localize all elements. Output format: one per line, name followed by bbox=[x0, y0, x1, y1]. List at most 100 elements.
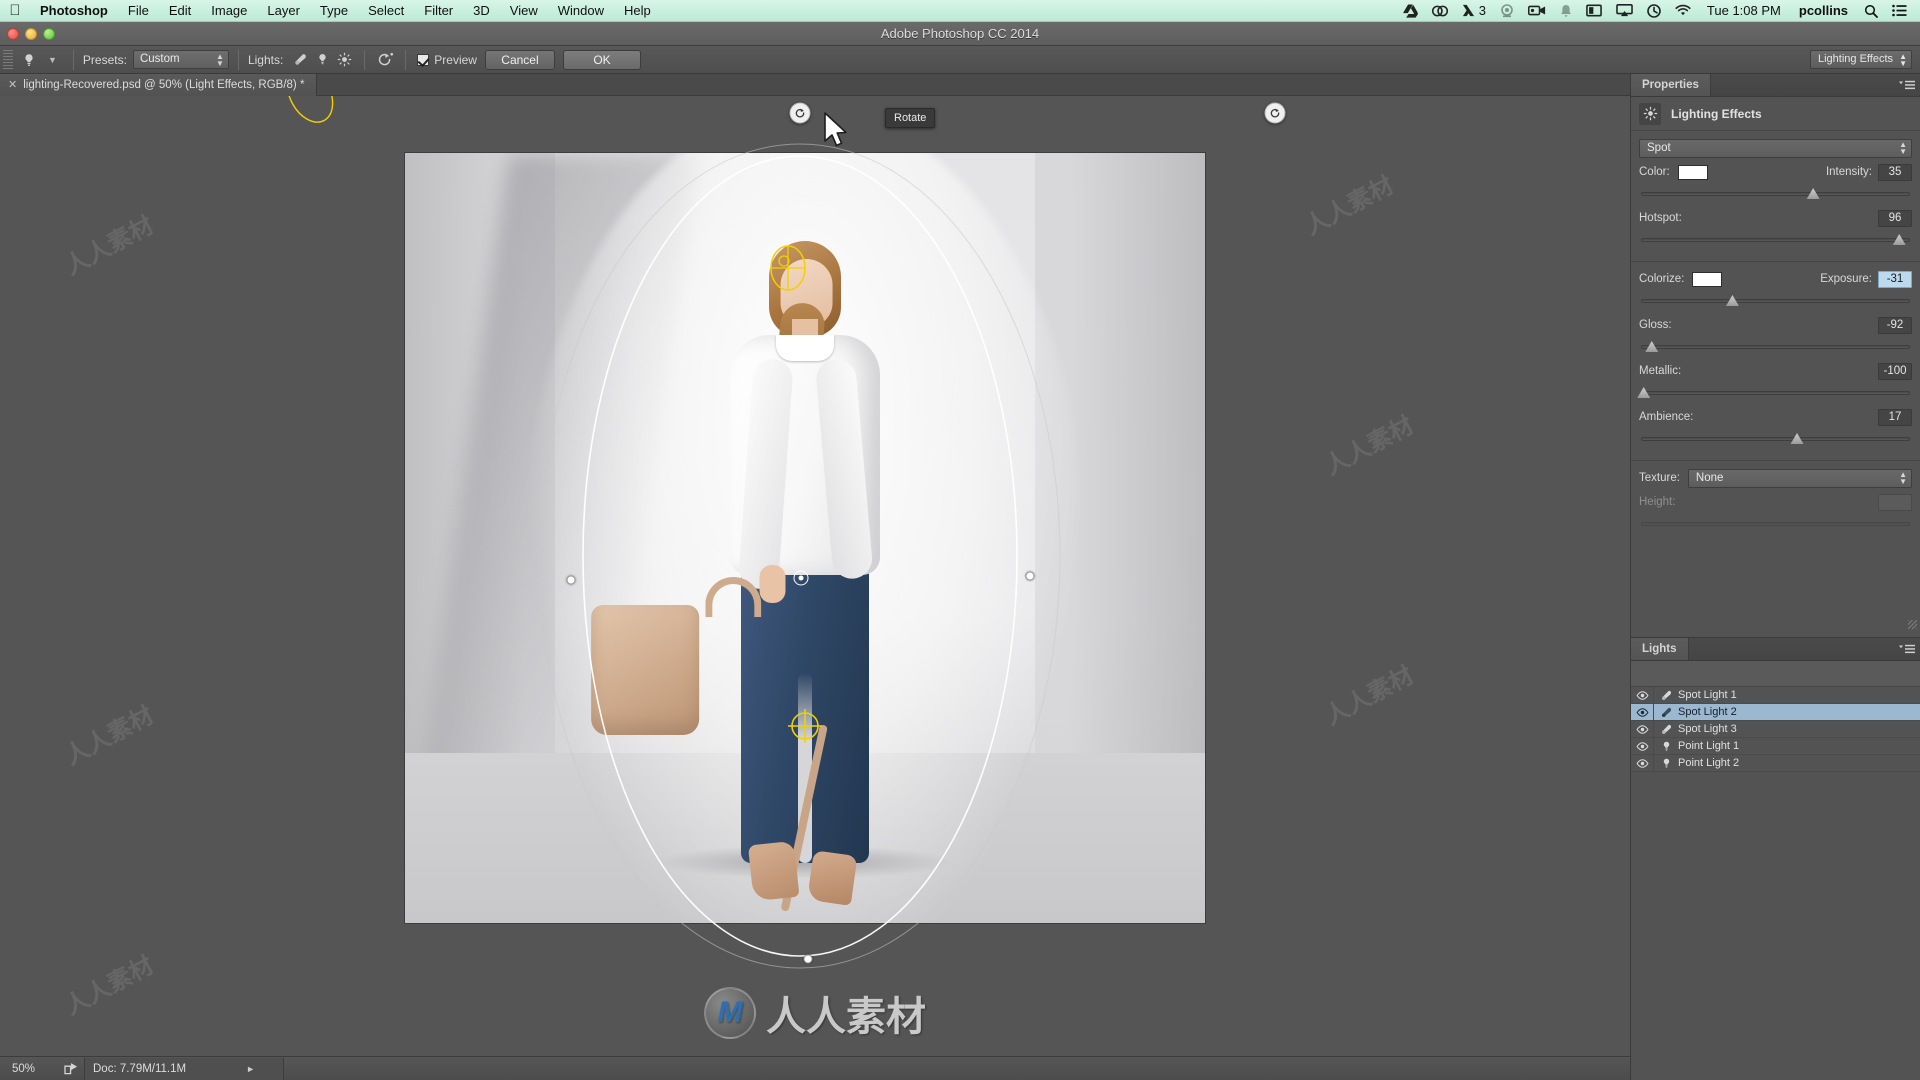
panel-menu-icon[interactable] bbox=[1894, 74, 1920, 96]
document-canvas[interactable] bbox=[405, 153, 1205, 923]
infinite-light-icon[interactable] bbox=[333, 50, 355, 70]
screen-record-icon[interactable] bbox=[1521, 4, 1553, 17]
list-item[interactable]: Spot Light 2 bbox=[1631, 703, 1920, 721]
intensity-slider[interactable] bbox=[1641, 185, 1910, 203]
resize-handle-bottom[interactable] bbox=[803, 954, 813, 964]
menu-edit[interactable]: Edit bbox=[159, 0, 201, 22]
menu-type[interactable]: Type bbox=[310, 0, 358, 22]
maximize-window-button[interactable] bbox=[43, 28, 55, 40]
menu-filter[interactable]: Filter bbox=[414, 0, 463, 22]
light-name: Spot Light 2 bbox=[1678, 706, 1737, 718]
spot-light-icon[interactable] bbox=[289, 50, 311, 70]
panel-menu-icon[interactable] bbox=[1894, 638, 1920, 660]
visibility-eye-icon[interactable] bbox=[1631, 758, 1653, 768]
list-item[interactable]: Spot Light 3 bbox=[1631, 720, 1920, 738]
menu-layer[interactable]: Layer bbox=[257, 0, 310, 22]
menu-app-photoshop[interactable]: Photoshop bbox=[30, 0, 118, 22]
menu-select[interactable]: Select bbox=[358, 0, 414, 22]
gloss-value[interactable]: -92 bbox=[1878, 316, 1912, 334]
options-bar-grip[interactable] bbox=[3, 49, 13, 70]
list-icon[interactable] bbox=[1885, 4, 1914, 17]
visibility-eye-icon[interactable] bbox=[1631, 707, 1653, 717]
panel-resize-grip[interactable] bbox=[1631, 617, 1920, 631]
list-item[interactable]: Point Light 1 bbox=[1631, 737, 1920, 755]
point-light-icon[interactable] bbox=[311, 50, 333, 70]
visibility-eye-icon[interactable] bbox=[1631, 741, 1653, 751]
workspace-switcher[interactable]: Lighting Effects ▲ ▼ bbox=[1809, 50, 1912, 69]
lights-panel-filler bbox=[1631, 772, 1920, 1072]
menu-window[interactable]: Window bbox=[548, 0, 614, 22]
colorize-swatch[interactable] bbox=[1692, 271, 1723, 287]
triangle-right-icon[interactable]: ► bbox=[246, 1064, 255, 1074]
rotate-handle-icon[interactable] bbox=[789, 102, 811, 124]
colorize-label: Colorize: bbox=[1639, 273, 1685, 285]
list-item[interactable]: Spot Light 1 bbox=[1631, 686, 1920, 704]
exposure-value[interactable]: -31 bbox=[1878, 270, 1912, 288]
spot-light-icon bbox=[1654, 706, 1678, 719]
wifi-icon[interactable] bbox=[1668, 4, 1698, 17]
canvas-workspace[interactable]: Rotate 人人素材 人人素材 人人素材 人人素材 人人素材 人人素材 M 人… bbox=[0, 96, 1630, 1056]
exposure-slider[interactable] bbox=[1641, 292, 1910, 310]
light-name: Spot Light 1 bbox=[1678, 689, 1737, 701]
hotspot-row: Hotspot: 96 bbox=[1639, 207, 1912, 229]
handbag bbox=[591, 605, 700, 735]
slider-bar bbox=[1641, 345, 1910, 349]
lights-panel: Lights Spot Light 1 Spot Light 2 Spot Li… bbox=[1631, 637, 1920, 1072]
intensity-value[interactable]: 35 bbox=[1878, 163, 1912, 181]
ambience-slider[interactable] bbox=[1641, 430, 1910, 448]
menu-help[interactable]: Help bbox=[614, 0, 661, 22]
document-info[interactable]: Doc: 7.79M/11.1M ► bbox=[84, 1057, 284, 1080]
document-tab[interactable]: ✕ lighting-Recovered.psd @ 50% (Light Ef… bbox=[0, 73, 318, 96]
cancel-button[interactable]: Cancel bbox=[484, 49, 555, 70]
list-item[interactable]: Point Light 2 bbox=[1631, 754, 1920, 772]
tab-properties[interactable]: Properties bbox=[1631, 74, 1711, 96]
material-section: Colorize: Exposure: -31 Gloss: -92 Metal… bbox=[1631, 262, 1920, 461]
watermark: 人人素材 bbox=[60, 211, 159, 281]
light-type-select[interactable]: Spot ▲ ▼ bbox=[1639, 138, 1912, 158]
hotspot-slider[interactable] bbox=[1641, 231, 1910, 249]
close-window-button[interactable] bbox=[7, 28, 19, 40]
tab-lights[interactable]: Lights bbox=[1631, 638, 1689, 660]
share-icon[interactable] bbox=[58, 1062, 84, 1075]
creative-cloud-icon[interactable] bbox=[1425, 4, 1455, 18]
preview-checkbox[interactable]: Preview bbox=[417, 53, 477, 67]
visibility-eye-icon[interactable] bbox=[1631, 690, 1653, 700]
dropcam-icon[interactable] bbox=[1493, 3, 1521, 18]
menubar-clock[interactable]: Tue 1:08 PM bbox=[1698, 0, 1790, 22]
close-icon[interactable]: ✕ bbox=[8, 78, 17, 91]
tool-preset-dropdown[interactable]: ▼ bbox=[44, 55, 61, 65]
zoom-level[interactable]: 50% bbox=[0, 1063, 58, 1075]
texture-select[interactable]: None ▲ ▼ bbox=[1687, 468, 1912, 488]
color-swatch[interactable] bbox=[1677, 164, 1708, 180]
metallic-value[interactable]: -100 bbox=[1878, 362, 1912, 380]
adobe-app-icon[interactable]: 3 bbox=[1455, 0, 1493, 22]
lighting-effects-tool-icon[interactable] bbox=[20, 51, 38, 69]
menu-image[interactable]: Image bbox=[201, 0, 257, 22]
metallic-slider[interactable] bbox=[1637, 384, 1910, 402]
rotate-handle-secondary-icon[interactable] bbox=[1264, 102, 1286, 124]
apple-icon[interactable]:  bbox=[0, 3, 30, 18]
divider bbox=[364, 49, 366, 70]
airplay-icon[interactable] bbox=[1609, 4, 1640, 17]
google-drive-icon[interactable] bbox=[1396, 3, 1425, 18]
display-icon[interactable] bbox=[1579, 4, 1609, 17]
ambience-value[interactable]: 17 bbox=[1878, 408, 1912, 426]
hotspot-value[interactable]: 96 bbox=[1878, 209, 1912, 227]
point-light-icon bbox=[1654, 740, 1678, 753]
search-icon[interactable] bbox=[1857, 4, 1885, 18]
visibility-eye-icon[interactable] bbox=[1631, 724, 1653, 734]
gloss-slider[interactable] bbox=[1641, 338, 1910, 356]
bell-icon[interactable] bbox=[1553, 4, 1579, 18]
time-machine-icon[interactable] bbox=[1640, 3, 1668, 18]
ok-button[interactable]: OK bbox=[562, 49, 641, 70]
height-row: Height: bbox=[1639, 491, 1912, 513]
menu-file[interactable]: File bbox=[118, 0, 159, 22]
menubar-user[interactable]: pcollins bbox=[1790, 0, 1857, 22]
options-bar: ▼ Presets: Custom ▲ ▼ Lights: Preview Can… bbox=[0, 46, 1920, 74]
menu-3d[interactable]: 3D bbox=[463, 0, 500, 22]
reset-lights-icon[interactable] bbox=[374, 50, 396, 70]
chevron-updown-icon: ▲ ▼ bbox=[216, 51, 224, 68]
minimize-window-button[interactable] bbox=[25, 28, 37, 40]
menu-view[interactable]: View bbox=[500, 0, 548, 22]
presets-select[interactable]: Custom ▲ ▼ bbox=[132, 50, 229, 69]
